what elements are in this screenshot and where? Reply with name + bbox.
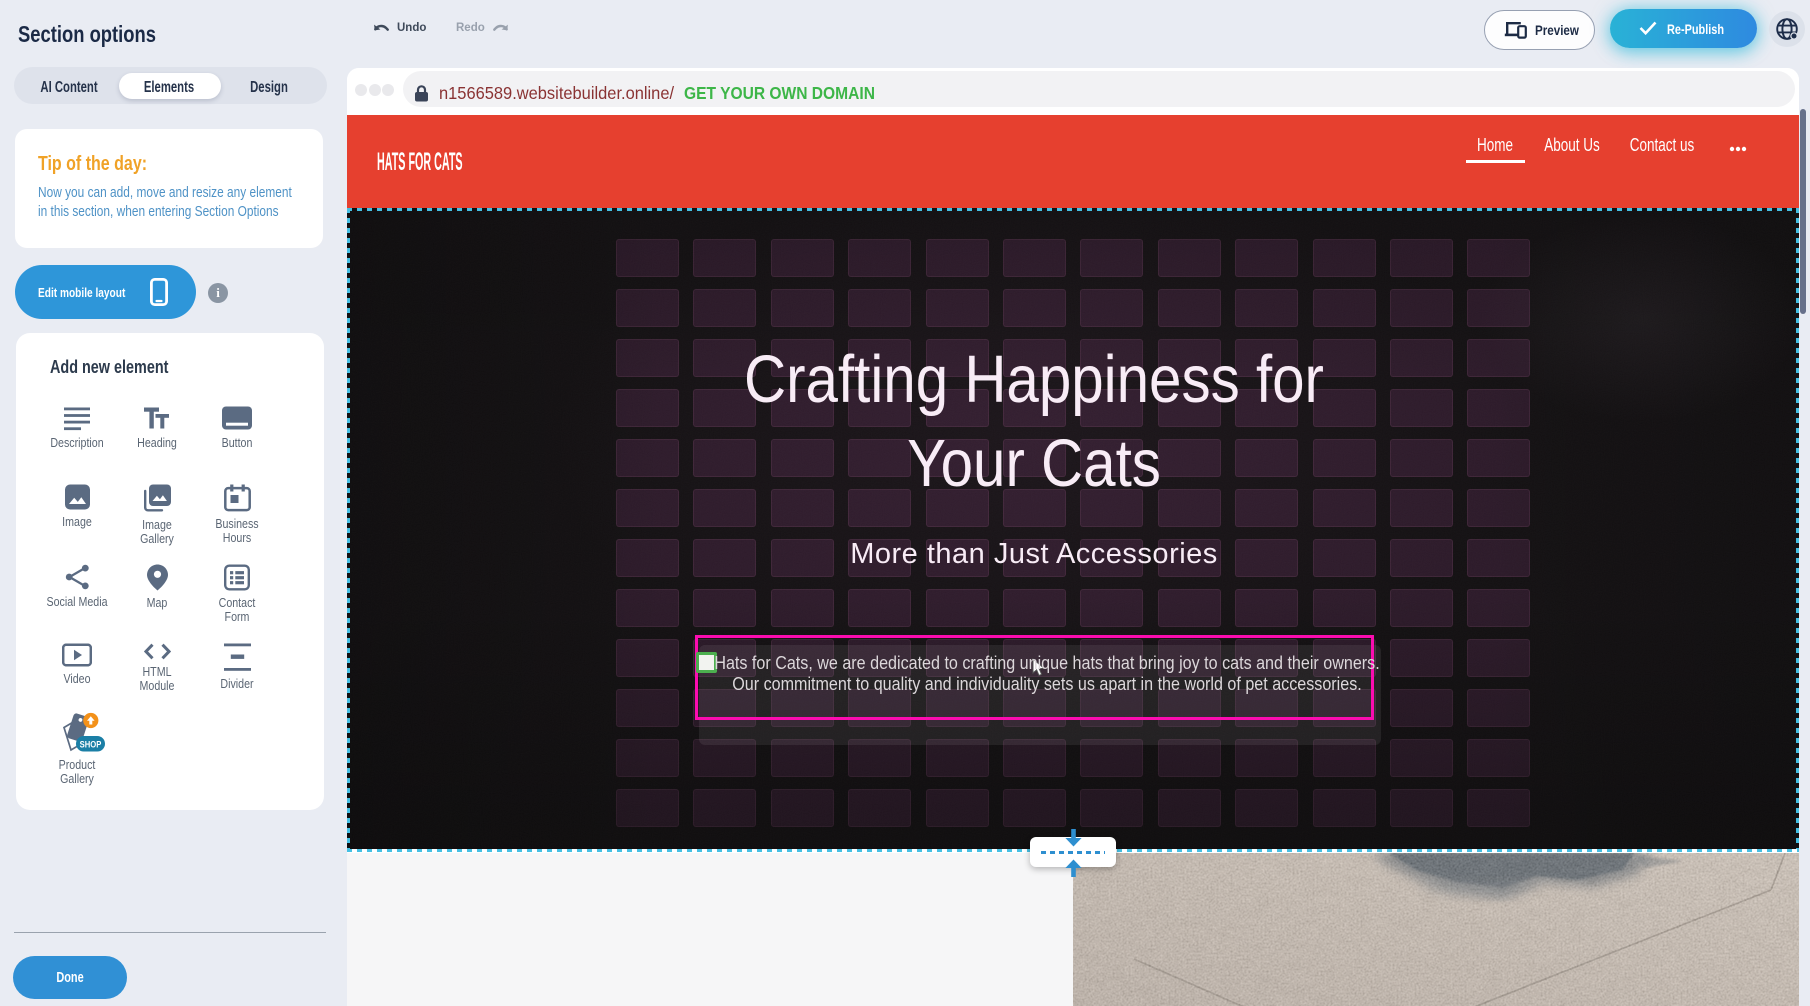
svg-text:SHOP: SHOP [80, 739, 102, 750]
